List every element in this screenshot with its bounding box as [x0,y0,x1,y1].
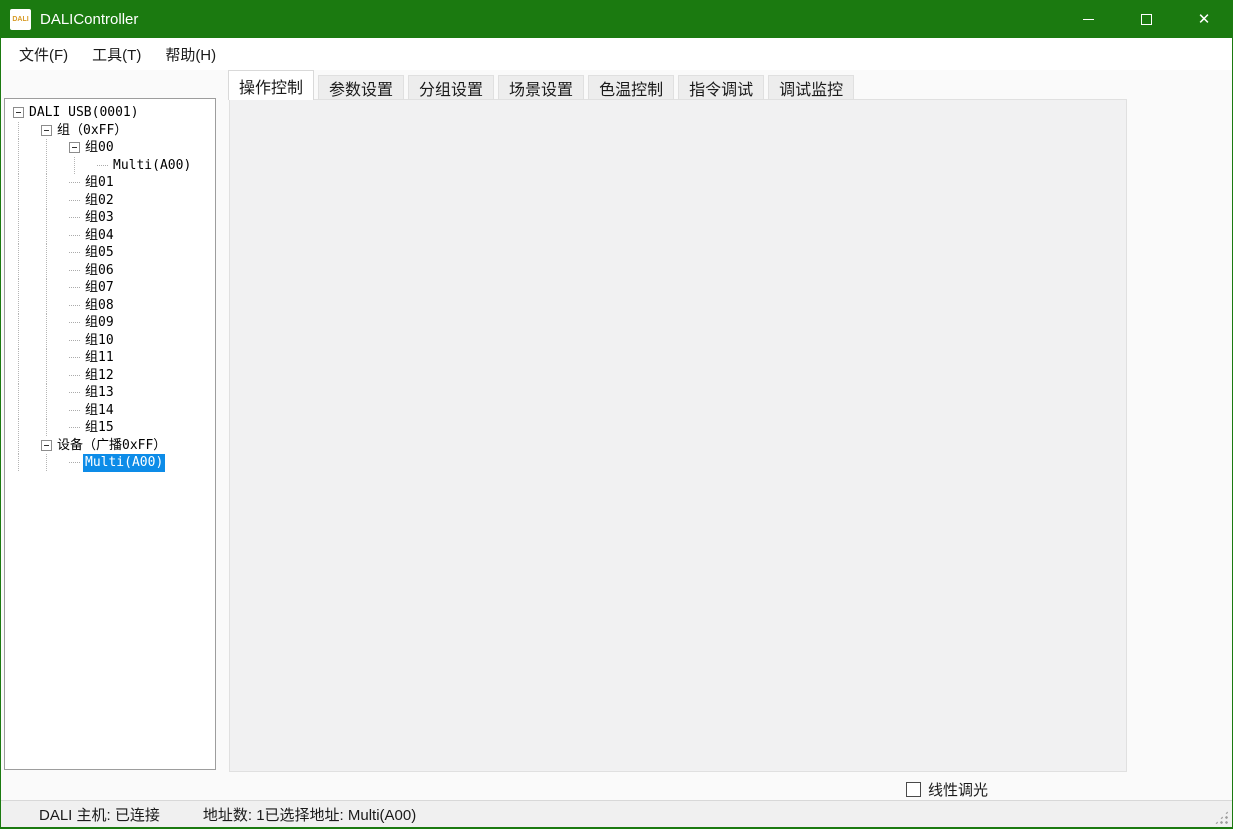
tree-expander-icon[interactable] [41,440,52,451]
tree-item[interactable]: 组11 [5,349,215,367]
tree-item-label: 组08 [83,297,116,315]
menu-bar: 文件(F) 工具(T) 帮助(H) [1,38,1232,70]
tab[interactable]: 操作控制 [228,70,314,100]
tree-item-label: Multi(A00) [83,454,165,472]
tree-expander-icon[interactable] [69,230,80,241]
tree-item-label: 组10 [83,332,116,350]
tree-item-label: 组11 [83,349,116,367]
tree-item-label: 组15 [83,419,116,437]
linear-dimming-row: 线性调光 [906,779,988,800]
menu-item[interactable]: 工具(T) [92,44,141,65]
tab[interactable]: 色温控制 [588,75,674,99]
tree-item[interactable]: 组09 [5,314,215,332]
tree-expander-icon[interactable] [13,107,24,118]
app-window: DALI DALIController ✕ 文件(F) 工具(T) 帮助(H) DA… [0,0,1233,829]
device-tree[interactable]: DALI USB(0001) 组（0xFF） 组00 Multi(A00) 组0… [4,98,216,770]
tab[interactable]: 指令调试 [678,75,764,99]
window-title: DALIController [40,11,138,28]
tree-item-label: 设备（广播0xFF） [55,437,168,455]
tab[interactable]: 调试监控 [768,75,854,99]
minimize-icon [1083,19,1094,20]
tree-expander-icon[interactable] [69,212,80,223]
tree-item[interactable]: 组（0xFF） [5,122,215,140]
tree-expander-icon[interactable] [69,457,80,468]
tab-strip: 操作控制参数设置分组设置场景设置色温控制指令调试调试监控 [224,70,854,100]
tab[interactable]: 分组设置 [408,75,494,99]
menu-item[interactable]: 文件(F) [19,44,68,65]
tree-item-label: 组03 [83,209,116,227]
tree-expander-icon[interactable] [69,352,80,363]
tab[interactable]: 参数设置 [318,75,404,99]
tree-item[interactable]: 组13 [5,384,215,402]
tree-item[interactable]: 组05 [5,244,215,262]
tree-item-label: 组01 [83,174,116,192]
tree-expander-icon[interactable] [41,125,52,136]
menu-item[interactable]: 帮助(H) [165,44,216,65]
status-bar: DALI 主机: 已连接 地址数: 1已选择地址: Multi(A00) [1,800,1232,827]
minimize-button[interactable] [1059,0,1117,38]
tree-item[interactable]: 组10 [5,332,215,350]
tree-item-label: 组14 [83,402,116,420]
tree-expander-icon[interactable] [69,422,80,433]
tree-expander-icon[interactable] [97,160,108,171]
status-item: DALI 主机: 已连接 [39,804,160,825]
tree-item-label: 组02 [83,192,116,210]
tree-item-label: 组07 [83,279,116,297]
app-icon-text: DALI [12,16,28,23]
tree-expander-icon[interactable] [69,317,80,328]
tree-item[interactable]: 组12 [5,367,215,385]
tree-item[interactable]: 组01 [5,174,215,192]
maximize-icon [1141,14,1152,25]
tree-expander-icon[interactable] [69,247,80,258]
tree-item-label: Multi(A00) [111,157,193,175]
tree-expander-icon[interactable] [69,177,80,188]
tree-expander-icon[interactable] [69,142,80,153]
tree-item[interactable]: Multi(A00) [5,157,215,175]
tree-expander-icon[interactable] [69,387,80,398]
status-item: 地址数: 1 [203,804,265,825]
tree-item[interactable]: 组03 [5,209,215,227]
window-controls: ✕ [1059,0,1233,38]
linear-dimming-checkbox[interactable] [906,782,921,797]
tree-item[interactable]: 组14 [5,402,215,420]
tree-item[interactable]: DALI USB(0001) [5,104,215,122]
tree-item-label: DALI USB(0001) [27,104,141,122]
tree-expander-icon[interactable] [69,370,80,381]
maximize-button[interactable] [1117,0,1175,38]
close-icon: ✕ [1198,12,1211,27]
tree-item[interactable]: 组07 [5,279,215,297]
tab[interactable]: 场景设置 [498,75,584,99]
tree-item-label: 组04 [83,227,116,245]
tree-item-label: 组（0xFF） [55,122,129,140]
app-icon: DALI [10,9,31,30]
title-bar[interactable]: DALI DALIController ✕ [0,0,1233,38]
tree-expander-icon[interactable] [69,195,80,206]
tab-page-operation-control [229,99,1127,772]
tree-expander-icon[interactable] [69,282,80,293]
tree-item-label: 组05 [83,244,116,262]
tree-item[interactable]: 组15 [5,419,215,437]
tree-item-label: 组12 [83,367,116,385]
tree-item-label: 组00 [83,139,116,157]
tree-expander-icon[interactable] [69,405,80,416]
tree-item[interactable]: 组02 [5,192,215,210]
tree-item-label: 组09 [83,314,116,332]
tree-item[interactable]: 组06 [5,262,215,280]
tree-expander-icon[interactable] [69,300,80,311]
tree-item-label: 组06 [83,262,116,280]
tree-item[interactable]: 组04 [5,227,215,245]
linear-dimming-label: 线性调光 [928,779,988,800]
tree-expander-icon[interactable] [69,265,80,276]
tree-expander-icon[interactable] [69,335,80,346]
tree-item[interactable]: 组00 [5,139,215,157]
tree-item[interactable]: Multi(A00) [5,454,215,472]
status-item: 已选择地址: Multi(A00) [265,804,417,825]
close-button[interactable]: ✕ [1175,0,1233,38]
tree-item-label: 组13 [83,384,116,402]
tree-item[interactable]: 设备（广播0xFF） [5,437,215,455]
tree-item[interactable]: 组08 [5,297,215,315]
